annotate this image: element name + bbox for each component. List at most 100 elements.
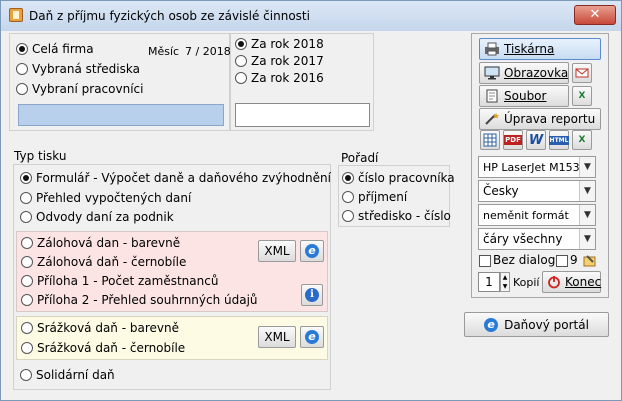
- excel-export-button[interactable]: X: [572, 86, 592, 106]
- email-button[interactable]: [572, 63, 592, 83]
- app-icon: [9, 8, 23, 22]
- print-type-title: Typ tisku: [14, 149, 67, 163]
- excel-icon: X: [578, 135, 586, 145]
- print-option-form[interactable]: Formulář - Výpočet daně a daňového zvýho…: [20, 171, 331, 185]
- radio-icon: [16, 43, 28, 55]
- html-format-button[interactable]: HTML: [548, 130, 570, 150]
- print-option-solidarity-tax[interactable]: Solidární daň: [20, 368, 115, 382]
- grid-format-button[interactable]: [480, 130, 500, 150]
- word-format-button[interactable]: W: [526, 130, 546, 150]
- print-option-tax-overview[interactable]: Přehled vypočtených daní: [20, 191, 191, 205]
- lines-select[interactable]: čáry všechny ▼: [478, 228, 596, 250]
- year-option-2016[interactable]: Za rok 2016: [235, 71, 324, 85]
- year-option-2018[interactable]: Za rok 2018: [235, 37, 324, 51]
- copies-spinner[interactable]: ▲ ▼: [500, 272, 510, 292]
- advance-web-button[interactable]: e: [300, 240, 324, 262]
- withholding-web-button[interactable]: e: [300, 326, 324, 348]
- chevron-down-icon: ▼: [579, 229, 595, 249]
- copies-input[interactable]: 1: [478, 272, 500, 292]
- settings-icon[interactable]: [582, 253, 598, 269]
- chevron-down-icon: ▼: [579, 157, 595, 177]
- monitor-icon: [484, 66, 500, 80]
- radio-icon: [20, 211, 32, 223]
- radio-icon: [342, 172, 354, 184]
- window-title: Daň z příjmu fyzických osob ze závislé č…: [29, 9, 310, 23]
- radio-icon: [21, 237, 33, 249]
- nine-label: 9: [570, 253, 578, 267]
- no-dialog-label: Bez dialogu: [493, 253, 563, 267]
- document-icon: [484, 89, 500, 103]
- title-bar: Daň z příjmu fyzických osob ze závislé č…: [1, 1, 621, 31]
- order-option-worker-number[interactable]: číslo pracovníka: [342, 171, 455, 185]
- printer-icon: [484, 42, 500, 56]
- language-select[interactable]: Česky ▼: [478, 180, 596, 202]
- format-select[interactable]: neměnit formát ▼: [478, 204, 596, 226]
- order-title: Pořadí: [341, 151, 379, 165]
- advance-info-button[interactable]: i: [301, 284, 323, 306]
- order-option-surname[interactable]: příjmení: [342, 190, 407, 204]
- print-option-withholding-color[interactable]: Srážková daň - barevně: [21, 321, 179, 335]
- selection-field[interactable]: [18, 104, 224, 126]
- order-option-center-number[interactable]: středisko - číslo: [342, 209, 451, 223]
- scope-option-selected-workers[interactable]: Vybraní pracovníci: [16, 82, 143, 96]
- nine-checkbox[interactable]: [556, 255, 568, 267]
- radio-icon: [16, 83, 28, 95]
- no-dialog-checkbox[interactable]: [479, 255, 491, 267]
- scope-option-whole-company[interactable]: Celá firma: [16, 42, 94, 56]
- radio-icon: [20, 172, 32, 184]
- print-option-appendix-2[interactable]: Příloha 2 - Přehled souhrnných údajů: [21, 293, 258, 307]
- internet-explorer-icon: e: [484, 317, 499, 332]
- withholding-xml-button[interactable]: XML: [258, 326, 296, 348]
- print-option-appendix-1[interactable]: Příloha 1 - Počet zaměstnanců: [21, 274, 218, 288]
- year-input[interactable]: [235, 103, 370, 127]
- print-option-tax-payments[interactable]: Odvody daní za podnik: [20, 210, 174, 224]
- radio-icon: [235, 38, 247, 50]
- radio-icon: [21, 294, 33, 306]
- advance-xml-button[interactable]: XML: [258, 240, 296, 262]
- advance-tax-group: Zálohová dan - barevně Zálohová daň - če…: [16, 231, 328, 312]
- chevron-down-icon: ▼: [579, 205, 595, 225]
- radio-icon: [342, 191, 354, 203]
- chevron-down-icon: ▼: [579, 181, 595, 201]
- radio-icon: [16, 63, 28, 75]
- radio-icon: [21, 256, 33, 268]
- radio-icon: [21, 342, 33, 354]
- screen-button[interactable]: Obrazovka: [479, 62, 569, 84]
- info-icon: i: [305, 288, 319, 302]
- month-label: Měsíc: [148, 45, 180, 58]
- end-button[interactable]: Konec: [542, 271, 601, 293]
- pdf-icon: PDF: [504, 135, 522, 145]
- copies-label: Kopií: [513, 276, 540, 289]
- scope-panel: Celá firma Vybraná střediska Vybraní pra…: [9, 33, 231, 131]
- pdf-format-button[interactable]: PDF: [503, 130, 523, 150]
- tax-portal-button[interactable]: e Daňový portál: [464, 312, 609, 337]
- scope-option-selected-centers[interactable]: Vybraná střediska: [16, 62, 140, 76]
- excel-format-button[interactable]: X: [572, 130, 592, 150]
- wand-icon: [484, 112, 500, 126]
- radio-icon: [342, 210, 354, 222]
- radio-icon: [235, 72, 247, 84]
- year-option-2017[interactable]: Za rok 2017: [235, 54, 324, 68]
- printer-button[interactable]: Tiskárna: [479, 38, 601, 60]
- edit-report-button[interactable]: Úprava reportu: [479, 108, 601, 130]
- html-icon: HTML: [548, 135, 570, 145]
- internet-explorer-icon: e: [305, 330, 319, 344]
- excel-icon: X: [578, 91, 586, 101]
- output-panel: Tiskárna Obrazovka Soubor X Úprava repor…: [471, 33, 609, 298]
- order-panel: číslo pracovníka příjmení středisko - čí…: [338, 165, 455, 227]
- print-option-withholding-bw[interactable]: Srážková daň - černobíle: [21, 341, 185, 355]
- printer-select[interactable]: HP LaserJet M1530 ▼: [478, 156, 596, 178]
- file-button[interactable]: Soubor: [479, 85, 569, 107]
- print-option-advance-color[interactable]: Zálohová dan - barevně: [21, 236, 180, 250]
- main-window: Daň z příjmu fyzických osob ze závislé č…: [0, 0, 622, 401]
- print-option-advance-bw[interactable]: Zálohová daň - černobíle: [21, 255, 186, 269]
- radio-icon: [20, 192, 32, 204]
- print-type-panel: Formulář - Výpočet daně a daňového zvýho…: [13, 164, 331, 390]
- withholding-tax-group: Srážková daň - barevně Srážková daň - če…: [16, 316, 328, 360]
- grid-icon: [483, 133, 497, 147]
- email-icon: [575, 68, 589, 78]
- radio-icon: [21, 322, 33, 334]
- word-icon: W: [528, 132, 544, 148]
- radio-icon: [21, 275, 33, 287]
- close-button[interactable]: ✕: [574, 5, 616, 25]
